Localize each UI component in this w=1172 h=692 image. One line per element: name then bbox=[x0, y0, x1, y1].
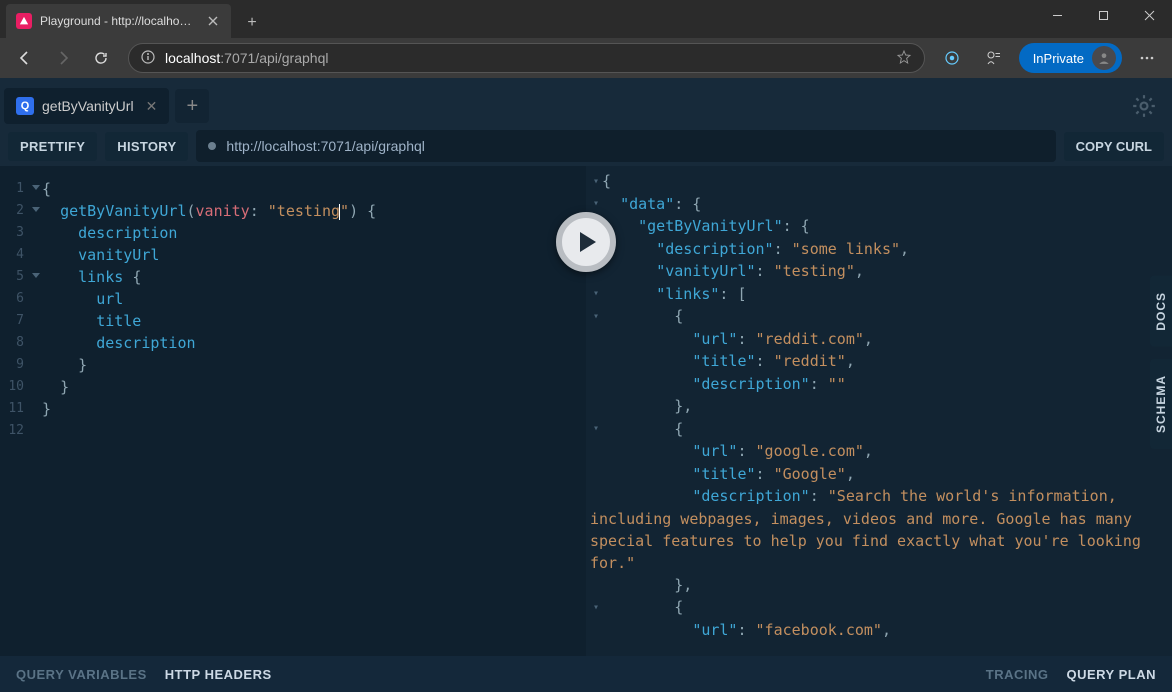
run-query-button[interactable] bbox=[556, 212, 616, 272]
tracking-prevention-icon[interactable] bbox=[935, 42, 969, 74]
response-pane: ▾{ ▾ "data": { ▾ "getByVanityUrl": { "de… bbox=[586, 166, 1172, 656]
schema-tab[interactable]: SCHEMA bbox=[1150, 359, 1172, 449]
browser-tab[interactable]: Playground - http://localhost:707 bbox=[6, 4, 231, 38]
window-maximize-icon[interactable] bbox=[1080, 0, 1126, 30]
query-variables-tab[interactable]: QUERY VARIABLES bbox=[16, 667, 147, 682]
address-text: localhost:7071/api/graphql bbox=[165, 50, 328, 66]
playground-favicon bbox=[16, 13, 32, 29]
prettify-button[interactable]: PRETTIFY bbox=[8, 132, 97, 161]
query-type-badge: Q bbox=[16, 97, 34, 115]
docs-tab[interactable]: DOCS bbox=[1150, 276, 1172, 347]
playground-new-tab-button[interactable]: + bbox=[175, 89, 209, 123]
nav-back-button[interactable] bbox=[8, 42, 42, 74]
window-close-icon[interactable] bbox=[1126, 0, 1172, 30]
feedback-icon[interactable] bbox=[977, 42, 1011, 74]
browser-menu-icon[interactable] bbox=[1130, 42, 1164, 74]
inprivate-badge[interactable]: InPrivate bbox=[1019, 43, 1122, 73]
tracing-tab[interactable]: TRACING bbox=[986, 667, 1049, 682]
address-bar[interactable]: localhost:7071/api/graphql bbox=[128, 43, 925, 73]
copy-curl-button[interactable]: COPY CURL bbox=[1064, 132, 1164, 161]
nav-refresh-button[interactable] bbox=[84, 42, 118, 74]
new-tab-button[interactable]: + bbox=[237, 8, 267, 38]
endpoint-status-dot-icon bbox=[208, 142, 216, 150]
playground-tab-name: getByVanityUrl bbox=[42, 98, 134, 114]
query-plan-tab[interactable]: QUERY PLAN bbox=[1066, 667, 1156, 682]
endpoint-url: http://localhost:7071/api/graphql bbox=[226, 138, 424, 154]
query-editor[interactable]: 123456789101112 { getByVanityUrl(vanity:… bbox=[0, 166, 586, 656]
http-headers-tab[interactable]: HTTP HEADERS bbox=[165, 667, 272, 682]
window-minimize-icon[interactable] bbox=[1034, 0, 1080, 30]
profile-avatar-icon bbox=[1092, 46, 1116, 70]
playground-tab[interactable]: Q getByVanityUrl ✕ bbox=[4, 88, 169, 124]
settings-gear-icon[interactable] bbox=[1124, 86, 1164, 126]
history-button[interactable]: HISTORY bbox=[105, 132, 188, 161]
playground-tab-close-icon[interactable]: ✕ bbox=[146, 98, 158, 115]
close-tab-icon[interactable] bbox=[205, 13, 221, 29]
site-info-icon[interactable] bbox=[141, 50, 155, 67]
inprivate-label: InPrivate bbox=[1033, 51, 1084, 66]
browser-tab-title: Playground - http://localhost:707 bbox=[40, 14, 197, 28]
favorite-star-icon[interactable] bbox=[896, 49, 912, 68]
endpoint-input[interactable]: http://localhost:7071/api/graphql bbox=[196, 130, 1055, 162]
nav-forward-button[interactable] bbox=[46, 42, 80, 74]
